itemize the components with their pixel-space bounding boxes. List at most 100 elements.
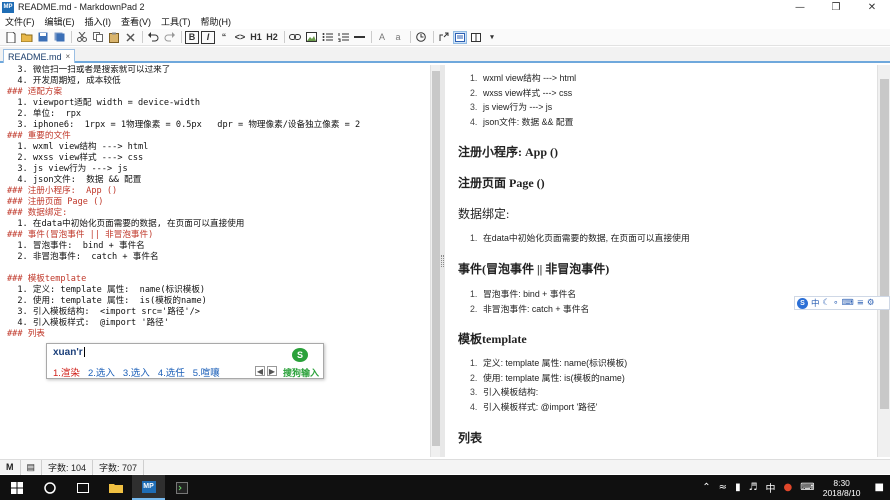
ime-moon-icon[interactable]: ☾ bbox=[823, 298, 831, 308]
lowercase-button[interactable]: a bbox=[391, 31, 405, 44]
preview-template-list: 1. 定义: template 属性: name(标识模板) 2. 使用: temp… bbox=[470, 356, 627, 414]
bullet-list-icon[interactable] bbox=[320, 31, 334, 44]
editor-scrollbar-thumb[interactable] bbox=[432, 71, 440, 446]
preview-files-list: 1. wxml view结构 ---> html 2. wxss view样式 --… bbox=[470, 71, 576, 129]
preview-heading-app: 注册小程序: App () bbox=[458, 145, 559, 159]
ime-candidate-2[interactable]: 2.选入 bbox=[88, 365, 115, 379]
editor-line: ### 事件(冒泡事件 || 非冒泡事件) bbox=[7, 230, 154, 240]
menu-file[interactable]: 文件(F) bbox=[0, 15, 40, 28]
code-button[interactable]: <> bbox=[233, 31, 247, 44]
close-button[interactable]: ✕ bbox=[854, 0, 890, 14]
preview-heading-template: 模板template bbox=[458, 332, 527, 346]
keyboard-tray-icon[interactable]: ⌨ bbox=[800, 482, 814, 493]
ime-keyboard-icon[interactable]: ⌨ bbox=[841, 298, 853, 308]
new-file-icon[interactable] bbox=[4, 31, 18, 44]
editor-line: ### 适配方案 bbox=[7, 87, 63, 97]
italic-button[interactable]: I bbox=[201, 30, 215, 44]
ime-status-bar[interactable]: S 中 ☾ ∘ ⌨ ≡ ⚙ bbox=[794, 296, 890, 310]
ime-next-page-icon[interactable]: ▶ bbox=[267, 366, 277, 376]
minimize-button[interactable]: — bbox=[782, 0, 818, 14]
editor-line: 3. 微信扫一扫或者是搜索就可以过来了 bbox=[7, 65, 171, 75]
ime-candidate-4[interactable]: 4.选任 bbox=[158, 365, 185, 379]
split-view-icon[interactable] bbox=[469, 31, 483, 44]
book-icon[interactable]: ▤ bbox=[21, 459, 43, 475]
markdownpad-taskbar-icon[interactable]: MP bbox=[132, 475, 165, 500]
ime-prev-page-icon[interactable]: ◀ bbox=[255, 366, 265, 376]
editor-scrollbar[interactable] bbox=[430, 65, 440, 457]
open-folder-icon[interactable] bbox=[20, 31, 34, 44]
save-all-icon[interactable] bbox=[52, 31, 66, 44]
image-icon[interactable] bbox=[304, 31, 318, 44]
horizontal-rule-icon[interactable] bbox=[352, 31, 366, 44]
ime-candidate-5[interactable]: 5.喧嚷 bbox=[193, 365, 220, 379]
menu-help[interactable]: 帮助(H) bbox=[196, 15, 237, 28]
editor-line: 2. 单位: rpx bbox=[7, 109, 82, 119]
menu-tools[interactable]: 工具(T) bbox=[156, 15, 196, 28]
notification-icon[interactable]: ■ bbox=[875, 482, 884, 493]
title-bar: MP README.md - MarkdownPad 2 — ❒ ✕ bbox=[0, 0, 890, 14]
live-preview-icon[interactable] bbox=[453, 30, 467, 44]
ime-menu-icon[interactable]: ≡ bbox=[857, 298, 864, 308]
export-icon[interactable] bbox=[437, 31, 451, 44]
char-count: 字数: 707 bbox=[93, 459, 145, 475]
preview-scrollbar[interactable] bbox=[877, 65, 890, 457]
tray-chevron-icon[interactable]: ⌃ bbox=[702, 482, 710, 493]
link-icon[interactable] bbox=[288, 31, 302, 44]
delete-icon[interactable] bbox=[123, 31, 137, 44]
list-item: 3. 引入模板结构: bbox=[470, 387, 539, 397]
editor-line: 4. 引入模板样式: @import '路径' bbox=[7, 318, 169, 328]
wifi-icon[interactable]: ≈ bbox=[719, 482, 727, 493]
heading2-button[interactable]: H2 bbox=[265, 31, 279, 44]
menu-edit[interactable]: 编辑(E) bbox=[40, 15, 80, 28]
ime-candidate-window[interactable]: xuan'r 1.渲染 2.选入 3.选入 4.选任 5.喧嚷 ◀ ▶ S 搜狗… bbox=[46, 343, 324, 379]
cut-icon[interactable] bbox=[75, 31, 89, 44]
toolbar-separator bbox=[371, 31, 372, 43]
system-clock[interactable]: 8:30 2018/8/10 bbox=[823, 478, 861, 498]
markdown-editor[interactable]: 3. 微信扫一扫或者是搜索就可以过来了 4. 开发周期短, 成本较低 ### 适配… bbox=[0, 65, 430, 457]
sogou-logo-icon[interactable]: S bbox=[797, 297, 808, 309]
toolbar-overflow-icon[interactable]: ▾ bbox=[485, 31, 499, 44]
copy-icon[interactable] bbox=[91, 31, 105, 44]
quote-button[interactable]: “ bbox=[217, 31, 231, 44]
capitalize-button[interactable]: A bbox=[375, 31, 389, 44]
numbered-list-icon[interactable] bbox=[336, 31, 350, 44]
preview-scrollbar-thumb[interactable] bbox=[880, 79, 889, 409]
task-view-icon[interactable] bbox=[66, 475, 99, 500]
editor-text: 3. 微信扫一扫或者是搜索就可以过来了 4. 开发周期短, 成本较低 ### 适配… bbox=[0, 65, 430, 340]
windows-start-icon[interactable] bbox=[0, 475, 33, 500]
bold-button[interactable]: B bbox=[185, 30, 199, 44]
volume-icon[interactable]: ♬ bbox=[749, 482, 758, 493]
editor-line: 1. 定义: template 属性: name(标识模板) bbox=[7, 285, 206, 295]
undo-icon[interactable] bbox=[146, 31, 160, 44]
heading1-button[interactable]: H1 bbox=[249, 31, 263, 44]
ime-settings-icon[interactable]: ⚙ bbox=[867, 298, 875, 308]
tab-readme[interactable]: README.md × bbox=[3, 49, 76, 63]
ime-punctuation-icon[interactable]: ∘ bbox=[833, 298, 838, 308]
timestamp-icon[interactable] bbox=[414, 31, 428, 44]
html-preview: 1. wxml view结构 ---> html 2. wxss view样式 --… bbox=[445, 65, 877, 457]
ime-candidate-1[interactable]: 1.渲染 bbox=[53, 365, 80, 379]
save-icon[interactable] bbox=[36, 31, 50, 44]
tab-close-icon[interactable]: × bbox=[66, 52, 71, 61]
markdown-mode-icon[interactable]: M bbox=[0, 459, 21, 475]
splitter-grip[interactable] bbox=[441, 255, 444, 267]
toolbar-separator bbox=[284, 31, 285, 43]
ime-candidate-3[interactable]: 3.选入 bbox=[123, 365, 150, 379]
paste-icon[interactable] bbox=[107, 31, 121, 44]
word-count: 字数: 104 bbox=[42, 459, 94, 475]
search-circle-icon[interactable] bbox=[33, 475, 66, 500]
ime-brand-label: 搜狗输入 bbox=[283, 368, 320, 378]
sogou-tray-icon[interactable]: ● bbox=[784, 482, 793, 493]
maximize-button[interactable]: ❒ bbox=[818, 0, 854, 14]
file-explorer-icon[interactable] bbox=[99, 475, 132, 500]
redo-icon[interactable] bbox=[162, 31, 176, 44]
terminal-icon[interactable] bbox=[165, 475, 198, 500]
menu-insert[interactable]: 插入(I) bbox=[80, 15, 117, 28]
menu-view[interactable]: 查看(V) bbox=[116, 15, 156, 28]
input-language[interactable]: 中 bbox=[766, 480, 776, 495]
toolbar-separator bbox=[433, 31, 434, 43]
clock-date: 2018/8/10 bbox=[822, 487, 861, 498]
ime-chinese-mode[interactable]: 中 bbox=[811, 297, 820, 309]
battery-icon[interactable]: ▮ bbox=[735, 482, 741, 493]
